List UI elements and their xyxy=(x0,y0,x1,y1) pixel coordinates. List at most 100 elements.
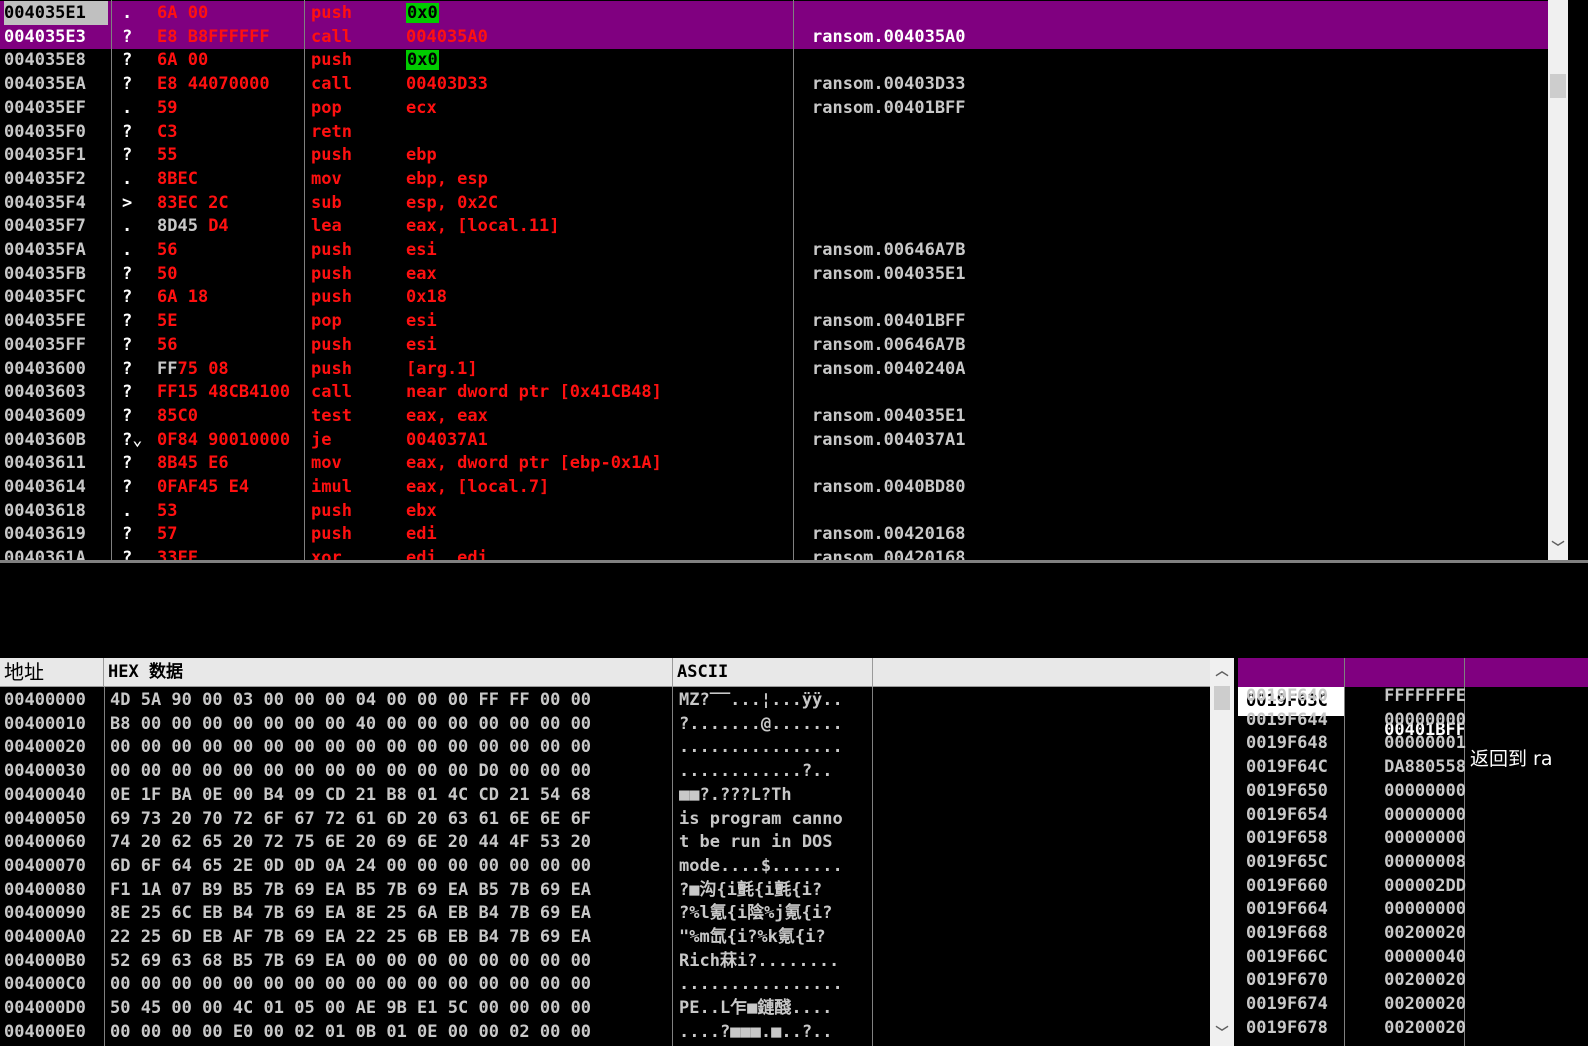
dump-ascii: PE..L乍■鏈醆.... xyxy=(679,998,833,1019)
instruction-row[interactable]: 0040360B ?⌄ 0F84 90010000 je 004037A1 ransom.… xyxy=(0,428,1548,452)
stack-row[interactable]: 0019F678 00200020 xyxy=(1238,1016,1588,1040)
instruction-row[interactable]: 00403603? FF15 48CB4100 call near dword ptr… xyxy=(0,380,1548,404)
dump-row[interactable]: 004000E0 00 00 00 00 E0 00 02 01 0B 01 0E… xyxy=(0,1020,1210,1044)
stack-row[interactable]: 0019F644 00000000 xyxy=(1238,708,1588,732)
scrollbar-thumb[interactable] xyxy=(1214,686,1230,710)
instruction-operand: eax, eax xyxy=(406,405,488,426)
dump-row[interactable]: 00400060 74 20 62 65 20 72 75 6E 20 69 6E… xyxy=(0,830,1210,854)
disassembly-pane[interactable]: 004035E1. 6A 00 push 0x0 004035E3? E8 B8FFFFF… xyxy=(0,0,1568,561)
instruction-bytes: 0F84 90010000 xyxy=(157,429,291,450)
stack-row[interactable]: 0019F664 00000000 xyxy=(1238,897,1588,921)
instruction-address: 00403614 xyxy=(4,477,86,497)
stack-row[interactable]: 0019F674 00200020 xyxy=(1238,992,1588,1016)
instruction-row[interactable]: 004035E3? E8 B8FFFFFF call 004035A0 ransom.0… xyxy=(0,24,1548,49)
instruction-row[interactable]: 004035F1? 55 push ebp xyxy=(0,143,1548,167)
stack-row[interactable]: 0019F64C DA880558 xyxy=(1238,755,1588,779)
instruction-operand: esi xyxy=(406,311,437,332)
stack-row[interactable]: 0019F670 00200020 xyxy=(1238,968,1588,992)
dump-row[interactable]: 00400080 F1 1A 07 B9 B5 7B 69 EA B5 7B 69… xyxy=(0,878,1210,902)
instruction-row[interactable]: 004035FF? 56 push esi ransom.00646A7B xyxy=(0,333,1548,357)
chevron-down-icon[interactable]: ﹀ xyxy=(1548,539,1568,559)
stack-row[interactable]: 0019F65C 00000008 xyxy=(1238,850,1588,874)
instruction-row[interactable]: 004035F4 >83EC 2C sub esp, 0x2C xyxy=(0,191,1548,215)
instruction-row[interactable]: 004035EF. 59 pop ecx ransom.00401BFF xyxy=(0,96,1548,120)
stack-row[interactable]: 0019F654 00000000 xyxy=(1238,803,1588,827)
memory-dump-pane[interactable]: 地址 HEX 数据 ASCII 00400000 4D 5A 90 00 03 0… xyxy=(0,658,1236,1046)
instruction-bytes: 0FAF45 E4 xyxy=(157,477,250,497)
dump-row[interactable]: 004000B0 52 69 63 68 B5 7B 69 EA 00 00 00… xyxy=(0,949,1210,973)
stack-top-row[interactable]: 0019F63C 00401BFF 返回到 ra xyxy=(1238,658,1588,770)
instruction-row[interactable]: 00403614? 0FAF45 E4 imul eax, [local.7] rans… xyxy=(0,475,1548,499)
pane-splitter[interactable] xyxy=(0,560,1588,563)
instruction-row[interactable]: 004035E8? 6A 00 push 0x0 xyxy=(0,48,1548,72)
instruction-row[interactable]: 00403618. 53 push ebx xyxy=(0,499,1548,523)
stack-row[interactable]: 0019F660 000002DD xyxy=(1238,874,1588,898)
instruction-address: 004035FA xyxy=(4,240,86,260)
instruction-address: 004035F1 xyxy=(4,145,86,166)
dump-hex-bytes: 00 00 00 00 00 00 00 00 00 00 00 00 00 0… xyxy=(110,974,592,995)
stack-pane[interactable]: 0019F63C 00401BFF 返回到 ra 0019F640 FFFFFFF… xyxy=(1238,658,1588,1046)
dump-scrollbar[interactable]: ︿ ﹀ xyxy=(1210,658,1234,1046)
dump-header-address[interactable]: 地址 xyxy=(0,658,104,687)
dump-hex-bytes: 00 00 00 00 00 00 00 00 00 00 00 00 D0 0… xyxy=(110,761,592,782)
instruction-bytes: 85C0 xyxy=(157,405,198,426)
dump-row[interactable]: 00400040 0E 1F BA 0E 00 B4 09 CD 21 B8 01… xyxy=(0,783,1210,807)
instruction-row[interactable]: 004035FE? 5E pop esi ransom.00401BFF xyxy=(0,309,1548,333)
dump-row[interactable]: 00400010 B8 00 00 00 00 00 00 00 40 00 00… xyxy=(0,712,1210,736)
stack-row[interactable]: 0019F668 00200020 xyxy=(1238,921,1588,945)
stack-row[interactable]: 0019F658 00000000 xyxy=(1238,826,1588,850)
instruction-operand: [arg.1] xyxy=(406,358,478,379)
instruction-bytes: 53 xyxy=(157,500,178,521)
stack-value: 00000000 xyxy=(1384,828,1466,849)
dump-header-hex[interactable]: HEX 数据 xyxy=(104,658,673,687)
stack-row[interactable]: 0019F66C 00000040 xyxy=(1238,945,1588,969)
dump-row[interactable]: 00400020 00 00 00 00 00 00 00 00 00 00 00… xyxy=(0,735,1210,759)
instruction-row[interactable]: 004035FB? 50 push eax ransom.004035E1 xyxy=(0,262,1548,286)
dump-row[interactable]: 00400030 00 00 00 00 00 00 00 00 00 00 00… xyxy=(0,759,1210,783)
instruction-row[interactable]: 004035FC? 6A 18 push 0x18 xyxy=(0,285,1548,309)
instruction-operand: eax xyxy=(406,263,437,284)
instruction-comment: ransom.004035A0 xyxy=(812,26,966,47)
instruction-address: 004035E3 xyxy=(4,26,86,47)
instruction-address: 004035EF xyxy=(4,97,86,118)
stack-value: 00000008 xyxy=(1384,851,1466,872)
scrollbar-thumb[interactable] xyxy=(1550,74,1566,98)
dump-row[interactable]: 004000A0 22 25 6D EB AF 7B 69 EA 22 25 6B… xyxy=(0,925,1210,949)
instruction-address: 004035E8 xyxy=(4,50,86,71)
instruction-row[interactable]: 00403609? 85C0 test eax, eax ransom.004035E1 xyxy=(0,404,1548,428)
disassembly-scrollbar[interactable]: ﹀ xyxy=(1548,0,1568,561)
stack-row[interactable]: 0019F650 00000000 xyxy=(1238,779,1588,803)
stack-address: 0019F660 xyxy=(1246,875,1328,896)
chevron-down-icon[interactable]: ﹀ xyxy=(1212,1024,1232,1044)
stack-row[interactable]: 0019F640 FFFFFFFE xyxy=(1238,684,1588,708)
dump-row[interactable]: 00400070 6D 6F 64 65 2E 0D 0D 0A 24 00 00… xyxy=(0,854,1210,878)
instruction-address: 004035EA xyxy=(4,74,86,95)
instruction-comment: ransom.00646A7B xyxy=(812,240,966,260)
dump-row[interactable]: 00400090 8E 25 6C EB B4 7B 69 EA 8E 25 6A… xyxy=(0,901,1210,925)
instruction-row[interactable]: 004035EA? E8 44070000 call 00403D33 ransom.0… xyxy=(0,72,1548,96)
instruction-address: 004035FC xyxy=(4,287,86,308)
instruction-marker: ? xyxy=(122,453,133,474)
dump-row[interactable]: 004000D0 50 45 00 00 4C 01 05 00 AE 9B E1… xyxy=(0,996,1210,1020)
dump-row[interactable]: 00400050 69 73 20 70 72 6F 67 72 61 6D 20… xyxy=(0,807,1210,831)
instruction-row[interactable]: 00403619? 57 push edi ransom.00420168 xyxy=(0,522,1548,546)
dump-row[interactable]: 004000C0 00 00 00 00 00 00 00 00 00 00 00… xyxy=(0,972,1210,996)
dump-header-ascii[interactable]: ASCII xyxy=(673,658,873,687)
instruction-row[interactable]: 004035F2. 8BEC mov ebp, esp xyxy=(0,167,1548,191)
stack-address: 0019F648 xyxy=(1246,733,1328,754)
instruction-row[interactable]: 00403600? FF75 08 push [arg.1] ransom.004024… xyxy=(0,357,1548,381)
instruction-row[interactable]: 004035F0? C3 retn xyxy=(0,120,1548,144)
instruction-row[interactable]: 00403611? 8B45 E6 mov eax, dword ptr [ebp-0… xyxy=(0,451,1548,475)
instruction-row[interactable]: 0040361A? 33FF xor edi, edi ransom.00420168 xyxy=(0,546,1548,561)
instruction-mnemonic: push xyxy=(311,287,352,308)
instruction-row[interactable]: 004035F7. 8D45 D4 lea eax, [local.11] xyxy=(0,214,1548,238)
instruction-marker: ? xyxy=(122,358,133,379)
stack-address: 0019F670 xyxy=(1246,970,1328,991)
dump-row[interactable]: 00400000 4D 5A 90 00 03 00 00 00 04 00 00… xyxy=(0,688,1210,712)
chevron-up-icon[interactable]: ︿ xyxy=(1212,662,1232,682)
instruction-row[interactable]: 004035FA. 56 push esi ransom.00646A7B xyxy=(0,238,1548,262)
instruction-row[interactable]: 004035E1. 6A 00 push 0x0 xyxy=(0,1,1548,25)
instruction-marker: . xyxy=(122,97,133,118)
instruction-mnemonic: mov xyxy=(311,168,342,189)
stack-row[interactable]: 0019F648 00000001 xyxy=(1238,731,1588,755)
